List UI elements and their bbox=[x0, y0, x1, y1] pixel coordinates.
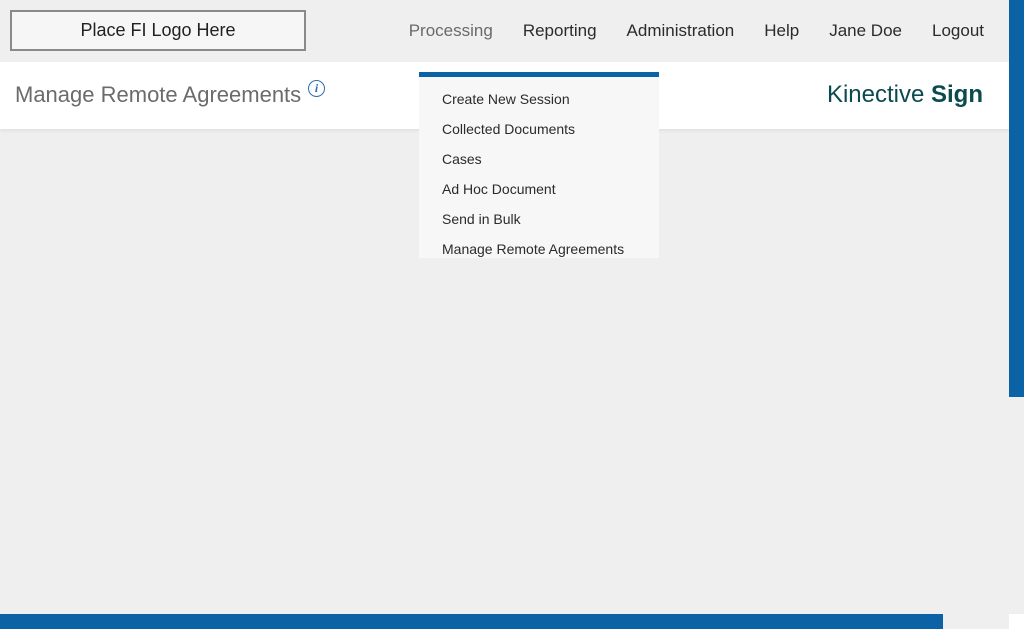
menu-item-collected-documents[interactable]: Collected Documents bbox=[419, 114, 659, 144]
nav-administration[interactable]: Administration bbox=[627, 21, 735, 41]
menu-item-send-in-bulk[interactable]: Send in Bulk bbox=[419, 204, 659, 234]
nav-logout[interactable]: Logout bbox=[932, 21, 984, 41]
nav-user-menu[interactable]: Jane Doe bbox=[829, 21, 902, 41]
app-page: Place FI Logo Here Processing Reporting … bbox=[0, 0, 1024, 629]
nav-reporting[interactable]: Reporting bbox=[523, 21, 597, 41]
fi-logo-placeholder[interactable]: Place FI Logo Here bbox=[10, 10, 306, 51]
brand-logo: Kinective Sign bbox=[827, 81, 983, 109]
menu-item-manage-remote-agreements[interactable]: Manage Remote Agreements bbox=[419, 234, 659, 264]
processing-dropdown-menu: Create New Session Collected Documents C… bbox=[419, 72, 659, 258]
menu-item-ad-hoc-document[interactable]: Ad Hoc Document bbox=[419, 174, 659, 204]
menu-item-create-new-session[interactable]: Create New Session bbox=[419, 84, 659, 114]
vertical-scrollbar[interactable] bbox=[1009, 0, 1024, 397]
brand-name-bold: Sign bbox=[931, 81, 983, 108]
main-nav: Processing Reporting Administration Help… bbox=[379, 0, 984, 62]
top-navigation-bar: Place FI Logo Here Processing Reporting … bbox=[0, 0, 1009, 62]
nav-processing[interactable]: Processing bbox=[409, 21, 493, 41]
horizontal-scrollbar[interactable] bbox=[0, 614, 943, 629]
info-icon[interactable]: i bbox=[308, 80, 325, 97]
menu-item-cases[interactable]: Cases bbox=[419, 144, 659, 174]
nav-help[interactable]: Help bbox=[764, 21, 799, 41]
scrollbar-corner bbox=[1009, 614, 1024, 629]
page-title: Manage Remote Agreements bbox=[15, 82, 302, 107]
brand-name-light: Kinective bbox=[826, 81, 925, 108]
